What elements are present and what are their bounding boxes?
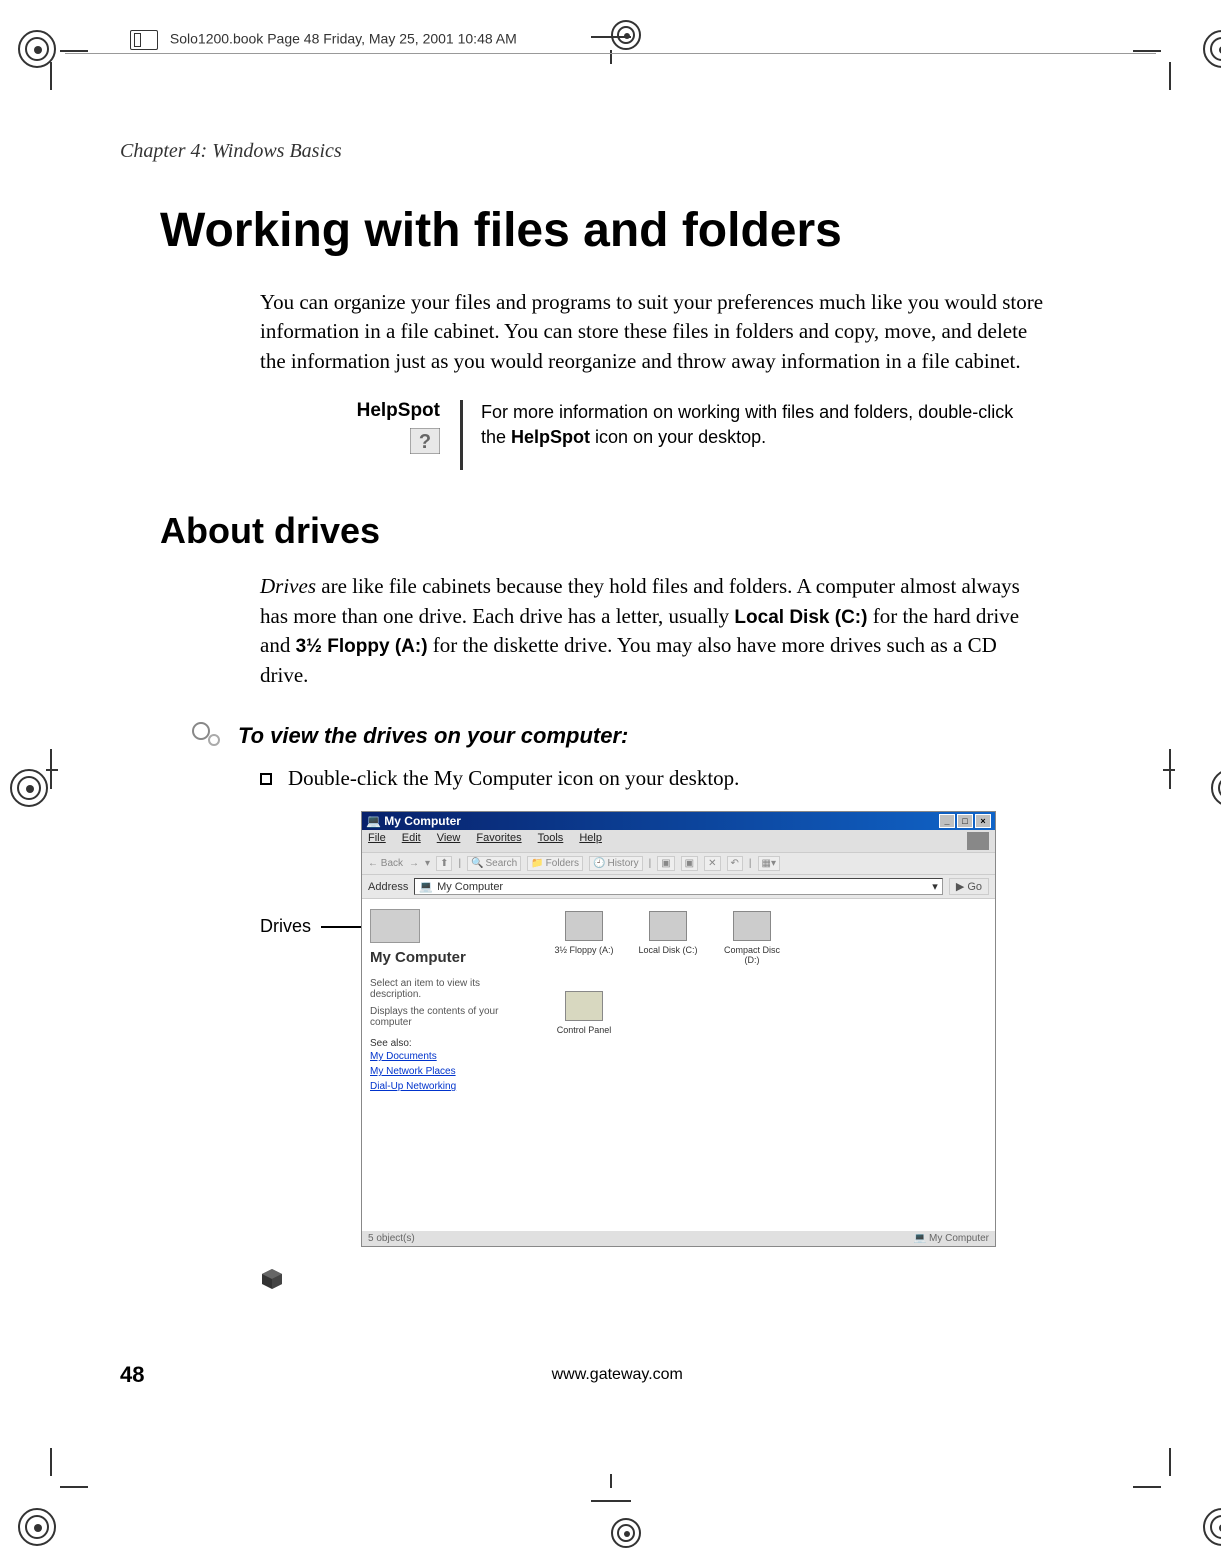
maximize-button[interactable]: □ xyxy=(957,814,973,828)
drive-floppy[interactable]: 3½ Floppy (A:) xyxy=(549,911,619,955)
gears-icon xyxy=(190,720,226,752)
crop-line xyxy=(1133,50,1161,52)
footer-url: www.gateway.com xyxy=(552,1366,683,1384)
crop-line xyxy=(60,50,88,52)
toolbar: ← Back → ▾ ⬆ | 🔍 Search 📁 Folders 🕘 Hist… xyxy=(362,853,995,875)
crop-line xyxy=(50,1448,52,1476)
crop-line xyxy=(1133,1486,1161,1488)
book-header: Solo1200.book Page 48 Friday, May 25, 20… xyxy=(130,30,517,50)
control-panel-item[interactable]: Control Panel xyxy=(549,991,619,1035)
divider xyxy=(460,400,463,470)
menu-bar: File Edit View Favorites Tools Help xyxy=(362,830,995,853)
page-title: Working with files and folders xyxy=(160,203,1090,258)
crop-mark-icon xyxy=(1203,30,1221,68)
info-pane: My Computer Select an item to view its d… xyxy=(362,899,537,1229)
crop-line xyxy=(60,1486,88,1488)
my-computer-icon xyxy=(370,909,420,943)
crop-line xyxy=(591,1500,631,1502)
see-also-label: See also: xyxy=(370,1038,529,1049)
move-to-button[interactable]: ▣ xyxy=(657,856,674,871)
book-info-text: Solo1200.book Page 48 Friday, May 25, 20… xyxy=(170,31,517,47)
status-object-count: 5 object(s) xyxy=(368,1233,415,1244)
throbber-icon xyxy=(967,832,989,850)
window-title: My Computer xyxy=(384,814,461,828)
delete-button[interactable]: ✕ xyxy=(704,856,720,871)
section-heading: About drives xyxy=(160,510,1090,552)
instruction-step: Double-click the My Computer icon on you… xyxy=(260,766,1090,791)
page-number: 48 xyxy=(120,1362,144,1388)
hard-disk-icon xyxy=(649,911,687,941)
book-icon xyxy=(130,30,158,50)
crop-mark-icon xyxy=(611,1518,641,1548)
search-button[interactable]: 🔍 Search xyxy=(467,856,521,871)
pane-description: Select an item to view its description. xyxy=(370,978,529,1000)
address-bar: Address 💻 My Computer ▾ ▶ Go xyxy=(362,875,995,899)
status-location: 💻 My Computer xyxy=(914,1233,989,1244)
link-network-places[interactable]: My Network Places xyxy=(370,1064,529,1079)
status-bar: 5 object(s) 💻 My Computer xyxy=(362,1229,995,1246)
back-button[interactable]: ← Back xyxy=(368,858,403,869)
intro-paragraph: You can organize your files and programs… xyxy=(260,288,1050,376)
helpspot-label: HelpSpot xyxy=(260,400,440,422)
bullet-icon xyxy=(260,773,272,785)
close-button[interactable]: × xyxy=(975,814,991,828)
crop-mark-icon xyxy=(1203,1508,1221,1546)
undo-button[interactable]: ↶ xyxy=(727,856,743,871)
link-my-documents[interactable]: My Documents xyxy=(370,1049,529,1064)
crop-line xyxy=(1163,769,1175,771)
my-computer-window: 💻 My Computer _ □ × File Edit View Favor… xyxy=(361,811,996,1247)
header-rule xyxy=(65,53,1156,54)
pane-description2: Displays the contents of your computer xyxy=(370,1006,529,1028)
address-input[interactable]: 💻 My Computer ▾ xyxy=(414,878,942,895)
svg-text:?: ? xyxy=(419,431,431,453)
crop-line xyxy=(1169,1448,1171,1476)
minimize-button[interactable]: _ xyxy=(939,814,955,828)
window-titlebar: 💻 My Computer _ □ × xyxy=(362,812,995,830)
history-button[interactable]: 🕘 History xyxy=(589,856,643,871)
menu-tools[interactable]: Tools xyxy=(538,832,564,850)
drives-paragraph: Drives are like file cabinets because th… xyxy=(260,572,1050,690)
cd-drive-icon xyxy=(733,911,771,941)
crop-mark-icon xyxy=(1211,769,1221,807)
end-of-procedure-icon xyxy=(260,1267,284,1291)
drives-pane: 3½ Floppy (A:) Local Disk (C:) Compact D… xyxy=(537,899,995,1229)
instruction-heading: To view the drives on your computer: xyxy=(238,723,628,749)
helpspot-icon: ? xyxy=(410,428,440,454)
crop-mark-icon xyxy=(10,769,48,807)
menu-favorites[interactable]: Favorites xyxy=(476,832,521,850)
crop-mark-icon xyxy=(611,20,641,50)
link-dialup[interactable]: Dial-Up Networking xyxy=(370,1079,529,1094)
crop-line xyxy=(1169,62,1171,90)
crop-line xyxy=(50,62,52,90)
chapter-label: Chapter 4: Windows Basics xyxy=(120,140,1090,163)
views-button[interactable]: ▦▾ xyxy=(758,856,780,871)
forward-button[interactable]: → xyxy=(409,858,419,869)
address-label: Address xyxy=(368,881,408,893)
drive-cd[interactable]: Compact Disc (D:) xyxy=(717,911,787,965)
menu-file[interactable]: File xyxy=(368,832,386,850)
menu-edit[interactable]: Edit xyxy=(402,832,421,850)
callout-label: Drives xyxy=(260,916,311,1247)
go-button[interactable]: ▶ Go xyxy=(949,878,989,895)
floppy-icon xyxy=(565,911,603,941)
up-button[interactable]: ⬆ xyxy=(436,856,452,871)
menu-help[interactable]: Help xyxy=(579,832,602,850)
crop-mark-icon xyxy=(18,1508,56,1546)
callout-line xyxy=(321,926,361,928)
helpspot-text: For more information on working with fil… xyxy=(481,400,1090,450)
drive-local-disk[interactable]: Local Disk (C:) xyxy=(633,911,703,955)
helpspot-callout: HelpSpot ? For more information on worki… xyxy=(260,400,1090,470)
folders-button[interactable]: 📁 Folders xyxy=(527,856,583,871)
menu-view[interactable]: View xyxy=(437,832,461,850)
control-panel-icon xyxy=(565,991,603,1021)
copy-to-button[interactable]: ▣ xyxy=(681,856,698,871)
crop-line xyxy=(610,1474,612,1488)
crop-line xyxy=(46,769,58,771)
pane-title: My Computer xyxy=(370,949,529,966)
